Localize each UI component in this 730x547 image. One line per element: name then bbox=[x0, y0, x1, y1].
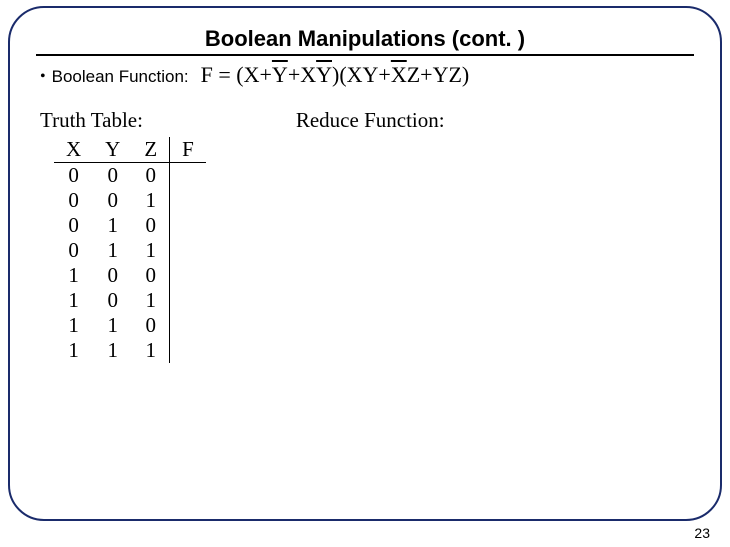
cell: 0 bbox=[54, 238, 93, 263]
cell: 0 bbox=[54, 213, 93, 238]
cell: 1 bbox=[93, 238, 132, 263]
table-row: 1 0 0 bbox=[54, 263, 206, 288]
table-row: 1 1 1 bbox=[54, 338, 206, 363]
cell: 0 bbox=[132, 213, 169, 238]
cell: 1 bbox=[132, 288, 169, 313]
cell: 0 bbox=[132, 313, 169, 338]
cell: 1 bbox=[54, 288, 93, 313]
cell: 1 bbox=[54, 263, 93, 288]
cell: 0 bbox=[93, 188, 132, 213]
truth-table-title: Truth Table: bbox=[40, 108, 206, 133]
truth-table: X Y Z F 0 0 0 0 0 bbox=[54, 137, 206, 363]
cell bbox=[170, 163, 206, 189]
bullet-row: • Boolean Function: F = (X+Y+XY)(XY+XZ+Y… bbox=[40, 62, 694, 88]
bullet-dot-icon: • bbox=[40, 69, 46, 85]
col-header-f: F bbox=[170, 137, 206, 163]
expr-part: )(XY+ bbox=[332, 62, 391, 87]
cell: 1 bbox=[93, 313, 132, 338]
slide-frame: Boolean Manipulations (cont. ) • Boolean… bbox=[8, 6, 722, 521]
cell: 0 bbox=[93, 163, 132, 189]
expr-part: F = (X+ bbox=[201, 62, 272, 87]
table-row: 0 1 1 bbox=[54, 238, 206, 263]
table-header-row: X Y Z F bbox=[54, 137, 206, 163]
cell bbox=[170, 263, 206, 288]
col-header-z: Z bbox=[132, 137, 169, 163]
cell: 0 bbox=[132, 163, 169, 189]
cell: 0 bbox=[132, 263, 169, 288]
cell: 1 bbox=[93, 338, 132, 363]
col-header-x: X bbox=[54, 137, 93, 163]
cell bbox=[170, 188, 206, 213]
cell: 0 bbox=[54, 163, 93, 189]
cell: 1 bbox=[132, 338, 169, 363]
table-row: 1 0 1 bbox=[54, 288, 206, 313]
cell: 1 bbox=[132, 238, 169, 263]
cell: 1 bbox=[54, 338, 93, 363]
expr-overline-x: X bbox=[391, 62, 407, 87]
cell: 0 bbox=[93, 263, 132, 288]
page-number: 23 bbox=[694, 525, 710, 541]
cell: 1 bbox=[132, 188, 169, 213]
cell bbox=[170, 313, 206, 338]
expr-part: Z+YZ) bbox=[407, 62, 470, 87]
table-row: 0 0 1 bbox=[54, 188, 206, 213]
cell: 1 bbox=[54, 313, 93, 338]
reduce-block: Reduce Function: bbox=[296, 108, 445, 133]
title-divider bbox=[36, 54, 694, 56]
cell bbox=[170, 238, 206, 263]
content-row: Truth Table: X Y Z F 0 0 0 bbox=[40, 108, 694, 363]
table-row: 0 1 0 bbox=[54, 213, 206, 238]
cell: 1 bbox=[93, 213, 132, 238]
cell: 0 bbox=[54, 188, 93, 213]
expr-overline-y2: Y bbox=[316, 62, 332, 87]
cell bbox=[170, 288, 206, 313]
bullet-label: Boolean Function: bbox=[52, 67, 189, 87]
expr-part: +X bbox=[288, 62, 316, 87]
table-row: 0 0 0 bbox=[54, 163, 206, 189]
cell bbox=[170, 213, 206, 238]
expr-overline-y1: Y bbox=[272, 62, 288, 87]
slide-title: Boolean Manipulations (cont. ) bbox=[36, 26, 694, 52]
boolean-function-expression: F = (X+Y+XY)(XY+XZ+YZ) bbox=[201, 62, 470, 88]
table-row: 1 1 0 bbox=[54, 313, 206, 338]
truth-table-block: Truth Table: X Y Z F 0 0 0 bbox=[40, 108, 206, 363]
reduce-function-title: Reduce Function: bbox=[296, 108, 445, 133]
cell: 0 bbox=[93, 288, 132, 313]
col-header-y: Y bbox=[93, 137, 132, 163]
cell bbox=[170, 338, 206, 363]
